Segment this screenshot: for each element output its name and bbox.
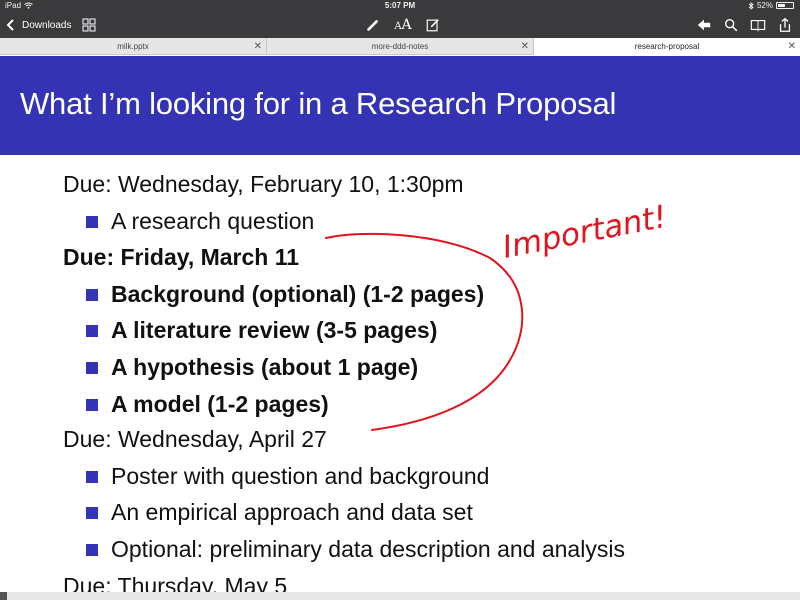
close-icon[interactable]: ✕	[254, 38, 262, 55]
bullet-text: A model (1-2 pages)	[111, 391, 329, 417]
tab-more-ddd-notes[interactable]: more-ddd-notes ✕	[267, 38, 534, 55]
text-size-large-a: A	[401, 17, 412, 33]
tab-label: milk.pptx	[117, 42, 149, 51]
tab-milk[interactable]: milk.pptx ✕	[0, 38, 267, 55]
page-scroll-track	[0, 592, 800, 600]
center-tools: AA	[364, 16, 442, 34]
grid-icon	[82, 18, 96, 32]
bullet-square-icon	[86, 288, 98, 301]
due-date-line: Due: Wednesday, February 10, 1:30pm	[63, 171, 464, 197]
status-bar: iPad 5:07 PM 52%	[0, 0, 800, 12]
bullet-item: A hypothesis (about 1 page)	[86, 354, 418, 381]
bullet-square-icon	[86, 543, 98, 556]
bullet-item: Optional: preliminary data description a…	[86, 536, 625, 563]
search-button[interactable]	[722, 16, 740, 34]
bullet-text: Background (optional) (1-2 pages)	[111, 281, 485, 307]
bullet-text: An empirical approach and data set	[111, 499, 473, 525]
bullet-square-icon	[86, 324, 98, 337]
reader-button[interactable]	[749, 16, 767, 34]
tab-label: research-proposal	[634, 42, 700, 51]
grid-view-button[interactable]	[80, 16, 98, 34]
bullet-item: A literature review (3-5 pages)	[86, 317, 437, 344]
share-icon	[779, 17, 791, 32]
text-size-button[interactable]: AA	[394, 16, 412, 34]
edit-icon	[426, 19, 439, 32]
status-right: 52%	[748, 1, 794, 10]
battery-percent: 52%	[756, 1, 773, 10]
back-arrow-button[interactable]	[695, 16, 713, 34]
bullet-text: A hypothesis (about 1 page)	[111, 354, 419, 380]
text-size-small-a: A	[394, 21, 402, 32]
nav-toolbar: Downloads AA	[0, 12, 800, 38]
page-scroll-thumb[interactable]	[0, 592, 7, 600]
bullet-item: A research question	[86, 208, 314, 235]
bullet-item: An empirical approach and data set	[86, 499, 473, 526]
text-size-icon: AA	[394, 17, 411, 33]
bluetooth-icon	[748, 1, 754, 10]
bullet-square-icon	[86, 470, 98, 483]
bullet-item: Poster with question and background	[86, 463, 489, 490]
chevron-left-icon	[6, 19, 14, 31]
downloads-back-button[interactable]: Downloads	[6, 15, 71, 35]
close-icon[interactable]: ✕	[788, 38, 796, 55]
book-icon	[750, 19, 766, 32]
battery-icon	[776, 2, 794, 9]
bullet-item: Background (optional) (1-2 pages)	[86, 281, 484, 308]
bullet-square-icon	[86, 506, 98, 519]
search-icon	[724, 18, 738, 32]
right-tools	[695, 16, 794, 34]
bullet-text: A literature review (3-5 pages)	[111, 317, 438, 343]
bullet-text: Optional: preliminary data description a…	[111, 536, 625, 562]
bullet-text: A research question	[111, 208, 315, 234]
bullet-text: Poster with question and background	[111, 463, 490, 489]
bullet-square-icon	[86, 361, 98, 374]
slide-body: Due: Wednesday, February 10, 1:30pm A re…	[0, 155, 800, 600]
bullet-square-icon	[86, 215, 98, 228]
share-button[interactable]	[776, 16, 794, 34]
due-date-line: Due: Friday, March 11	[63, 244, 300, 270]
pen-button[interactable]	[364, 16, 382, 34]
bullet-item: A model (1-2 pages)	[86, 391, 329, 418]
pen-icon	[367, 20, 378, 31]
battery-level	[778, 4, 785, 7]
status-time: 5:07 PM	[384, 1, 416, 10]
tab-research-proposal[interactable]: research-proposal ✕	[534, 38, 800, 55]
bullet-square-icon	[86, 398, 98, 411]
slide-title: What I’m looking for in a Research Propo…	[20, 86, 617, 121]
close-icon[interactable]: ✕	[521, 38, 529, 55]
edit-button[interactable]	[424, 16, 442, 34]
due-date-line: Due: Wednesday, April 27	[63, 426, 327, 452]
arrow-left-icon	[697, 19, 711, 31]
document-tabs: milk.pptx ✕ more-ddd-notes ✕ research-pr…	[0, 38, 800, 55]
tab-label: more-ddd-notes	[371, 42, 429, 51]
back-label: Downloads	[22, 19, 72, 31]
